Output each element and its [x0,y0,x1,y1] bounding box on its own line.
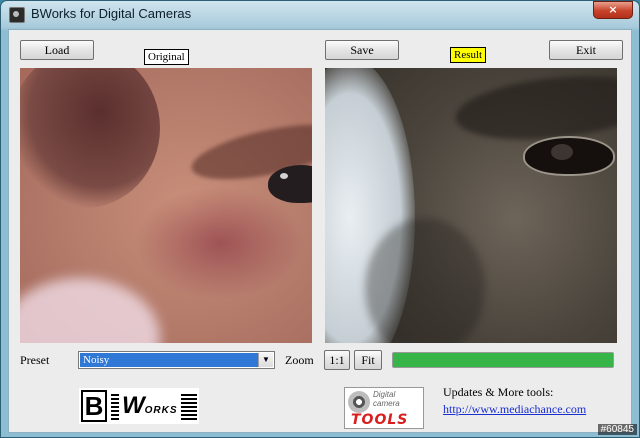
result-label: Result [450,47,487,63]
zoom-label: Zoom [285,353,314,367]
save-button[interactable]: Save [325,40,399,60]
close-button[interactable]: × [593,1,633,19]
client-area: Load Original Save Result Exit Preset No… [8,29,632,433]
preset-label: Preset [20,353,50,367]
result-image[interactable] [325,68,617,343]
preset-select[interactable]: Noisy ▼ [78,351,275,369]
digital-camera-tools-logo: Digital camera TOOLS [344,387,424,429]
title-bar[interactable]: BWorks for Digital Cameras × [1,1,639,27]
updates-label: Updates & More tools: [443,385,554,399]
zoom-1to1-button[interactable]: 1:1 [324,350,350,370]
progress-fill [393,353,613,367]
original-label: Original [144,49,189,65]
progress-bar [392,352,614,368]
bworks-logo: B WORKS [79,388,199,424]
load-button[interactable]: Load [20,40,94,60]
watermark: #60845 [597,424,637,435]
zoom-fit-button[interactable]: Fit [354,350,382,370]
film-reel-icon [348,391,370,413]
chevron-down-icon[interactable]: ▼ [258,353,273,367]
original-image[interactable] [20,68,312,343]
exit-button[interactable]: Exit [549,40,623,60]
app-window: BWorks for Digital Cameras × Load Origin… [0,0,640,438]
website-link[interactable]: http://www.mediachance.com [443,402,586,417]
preset-value: Noisy [80,353,258,367]
window-title: BWorks for Digital Cameras [31,6,192,21]
camera-app-icon [9,7,25,23]
